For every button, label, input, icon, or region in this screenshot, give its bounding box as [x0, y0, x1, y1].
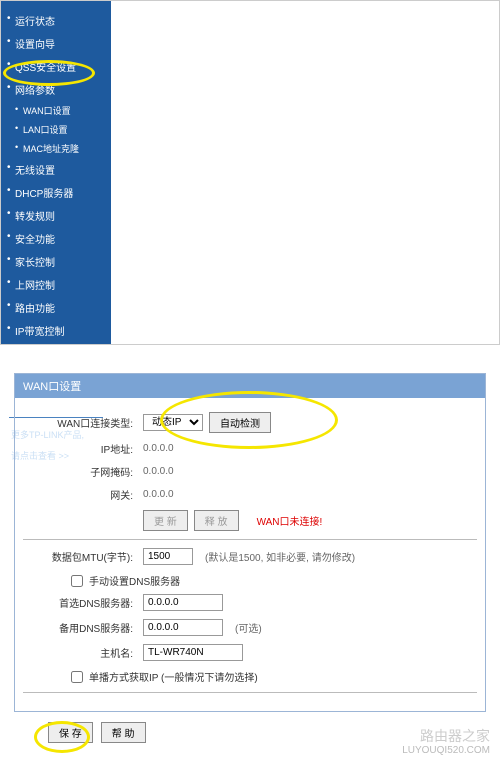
main-pane: [111, 1, 499, 344]
divider-1: [23, 539, 477, 540]
release-button[interactable]: 释 放: [194, 510, 239, 531]
sidebar-item-forward[interactable]: 转发规则: [1, 204, 111, 227]
sidebar-item-security[interactable]: 安全功能: [1, 227, 111, 250]
unicast-label: 单播方式获取IP (一般情况下请勿选择): [89, 669, 258, 684]
sidebar-item-dhcp[interactable]: DHCP服务器: [1, 181, 111, 204]
row-dns2: 备用DNS服务器: (可选): [23, 619, 477, 636]
sidebar-item-wizard[interactable]: 设置向导: [1, 32, 111, 55]
top-section: 运行状态 设置向导 QSS安全设置 网络参数 WAN口设置 LAN口设置 MAC…: [0, 0, 500, 345]
row-gw: 网关: 0.0.0.0: [23, 487, 477, 502]
sidebar-subitem-macclone[interactable]: MAC地址克隆: [1, 139, 111, 158]
row-mask: 子网掩码: 0.0.0.0: [23, 464, 477, 479]
label-mask: 子网掩码:: [23, 464, 143, 479]
dns2-note: (可选): [235, 620, 262, 635]
save-button[interactable]: 保 存: [48, 722, 93, 743]
select-conn-type[interactable]: 动态IP: [143, 414, 203, 431]
manual-dns-label: 手动设置DNS服务器: [89, 573, 180, 588]
mtu-note: (默认是1500, 如非必要, 请勿修改): [205, 549, 355, 564]
sidebar-item-status[interactable]: 运行状态: [1, 9, 111, 32]
watermark-url: LUYOUQI520.COM: [402, 745, 490, 757]
unicast-checkbox[interactable]: [71, 671, 83, 683]
renew-button[interactable]: 更 新: [143, 510, 188, 531]
sidebar-item-bandwidth[interactable]: IP带宽控制: [1, 319, 111, 342]
wan-settings-panel: WAN口设置 WAN口连接类型: 动态IP 自动检测 IP地址: 0.0.0.0…: [14, 373, 486, 712]
dns1-input[interactable]: [143, 594, 223, 611]
manual-dns-checkbox[interactable]: [71, 575, 83, 587]
watermark-title: 路由器之家: [402, 728, 490, 745]
label-ip: IP地址:: [23, 441, 143, 456]
label-host: 主机名:: [23, 645, 143, 660]
sidebar-subitem-lan[interactable]: LAN口设置: [1, 120, 111, 139]
mtu-input[interactable]: [143, 548, 193, 565]
divider-2: [23, 692, 477, 693]
value-ip: 0.0.0.0: [143, 443, 174, 454]
sidebar: 运行状态 设置向导 QSS安全设置 网络参数 WAN口设置 LAN口设置 MAC…: [1, 1, 111, 344]
dns2-input[interactable]: [143, 619, 223, 636]
sidebar-item-routing[interactable]: 路由功能: [1, 296, 111, 319]
sidebar-item-qss[interactable]: QSS安全设置: [1, 55, 111, 78]
label-gw: 网关:: [23, 487, 143, 502]
wan-status-text: WAN口未连接!: [257, 513, 323, 528]
label-dns1: 首选DNS服务器:: [23, 595, 143, 610]
sidebar-item-access[interactable]: 上网控制: [1, 273, 111, 296]
watermark: 路由器之家 LUYOUQI520.COM: [402, 728, 490, 757]
help-button[interactable]: 帮 助: [101, 722, 146, 743]
host-input[interactable]: [143, 644, 243, 661]
value-gw: 0.0.0.0: [143, 489, 174, 500]
auto-detect-button[interactable]: 自动检测: [209, 412, 271, 433]
value-mask: 0.0.0.0: [143, 466, 174, 477]
sidebar-item-network[interactable]: 网络参数: [1, 78, 111, 101]
sidebar-item-parental[interactable]: 家长控制: [1, 250, 111, 273]
sidebar-item-wireless[interactable]: 无线设置: [1, 158, 111, 181]
row-mtu: 数据包MTU(字节): (默认是1500, 如非必要, 请勿修改): [23, 548, 477, 565]
panel-title: WAN口设置: [15, 374, 485, 398]
row-renew-release: 更 新 释 放 WAN口未连接!: [23, 510, 477, 531]
panel-body: WAN口连接类型: 动态IP 自动检测 IP地址: 0.0.0.0 子网掩码: …: [15, 398, 485, 711]
row-manual-dns: 手动设置DNS服务器: [23, 573, 477, 588]
bottom-section: WAN口设置 WAN口连接类型: 动态IP 自动检测 IP地址: 0.0.0.0…: [0, 363, 500, 763]
label-conn-type: WAN口连接类型:: [23, 415, 143, 430]
row-dns1: 首选DNS服务器:: [23, 594, 477, 611]
sidebar-item-ipmac[interactable]: IP与MAC绑定: [1, 342, 111, 365]
label-dns2: 备用DNS服务器:: [23, 620, 143, 635]
row-unicast: 单播方式获取IP (一般情况下请勿选择): [23, 669, 477, 684]
row-ip: IP地址: 0.0.0.0: [23, 441, 477, 456]
label-mtu: 数据包MTU(字节):: [23, 549, 143, 564]
sidebar-subitem-wan[interactable]: WAN口设置: [1, 101, 111, 120]
row-conn-type: WAN口连接类型: 动态IP 自动检测: [23, 412, 477, 433]
row-host: 主机名:: [23, 644, 477, 661]
